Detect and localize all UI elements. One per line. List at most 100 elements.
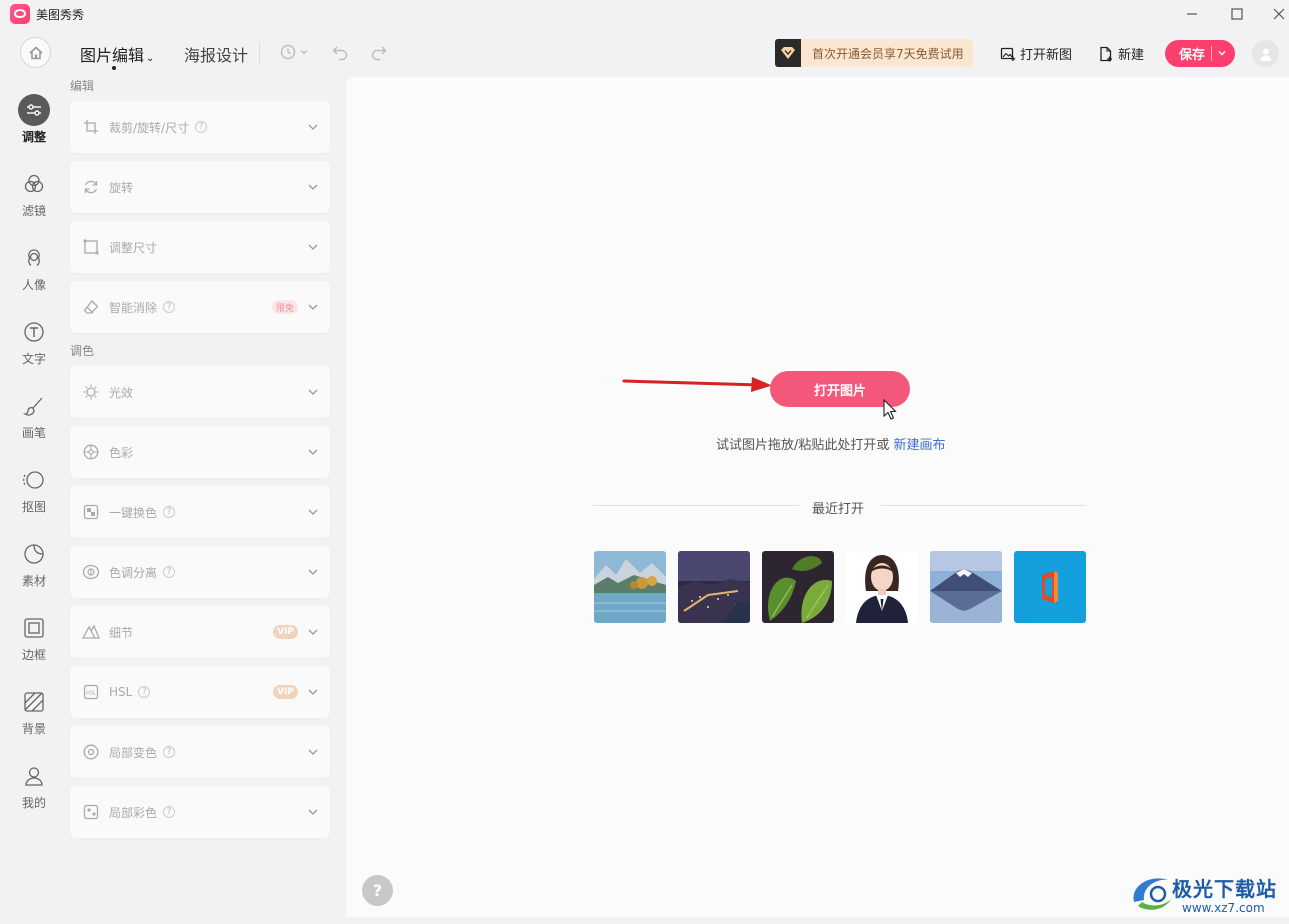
- redo-button[interactable]: [369, 42, 389, 62]
- help-icon[interactable]: ?: [195, 121, 208, 133]
- canvas-workspace[interactable]: [346, 77, 1289, 917]
- new-canvas-button[interactable]: 新建: [1098, 44, 1144, 63]
- recent-thumb-lake-autumn[interactable]: [594, 551, 666, 623]
- eraser-icon: [82, 298, 100, 316]
- rail-item-adjust[interactable]: 调整: [0, 94, 68, 145]
- portrait-icon: [18, 242, 50, 274]
- help-icon[interactable]: ?: [138, 686, 151, 698]
- vip-trial-banner[interactable]: 首次开通会员享7天免费试用: [775, 39, 973, 67]
- section-title-color: 调色: [70, 344, 95, 358]
- close-button[interactable]: [1267, 2, 1289, 26]
- home-icon: [28, 45, 43, 59]
- swap-color-icon: [82, 503, 100, 521]
- drop-hint: 试试图片拖放/粘贴此处打开或 新建画布: [716, 438, 946, 453]
- sliders-icon: [18, 94, 50, 126]
- redo-icon: [371, 46, 387, 61]
- svg-text:HSL: HSL: [86, 690, 96, 696]
- divider-right: [881, 505, 1086, 506]
- tab-image-edit[interactable]: 图片编辑 ⌄: [80, 42, 154, 70]
- app-title: 美图秀秀: [36, 7, 85, 22]
- rail-item-text[interactable]: 文字: [0, 316, 68, 367]
- help-icon[interactable]: ?: [163, 301, 176, 313]
- help-icon[interactable]: ?: [163, 746, 176, 758]
- tab-poster-design[interactable]: 海报设计: [184, 42, 248, 66]
- rail-item-brush[interactable]: 画笔: [0, 390, 68, 441]
- undo-button[interactable]: [330, 42, 350, 62]
- rail-item-background[interactable]: 背景: [0, 686, 68, 737]
- recent-thumb-mount-fuji[interactable]: [930, 551, 1002, 623]
- save-dropdown-chevron-icon[interactable]: [1216, 44, 1228, 66]
- help-icon[interactable]: ?: [163, 806, 176, 818]
- chevron-down-icon: [308, 749, 318, 755]
- minimize-button[interactable]: [1180, 2, 1204, 26]
- panel-item-crop[interactable]: 裁剪/旋转/尺寸 ?: [70, 101, 330, 153]
- open-image-icon: [1000, 47, 1016, 61]
- tone-split-icon: [82, 563, 100, 581]
- panel-item-smart-erase[interactable]: 智能消除 ? 限免: [70, 281, 330, 333]
- vip-badge: VIP: [273, 625, 298, 639]
- panel-item-local-color-change[interactable]: 局部变色 ?: [70, 726, 330, 778]
- new-canvas-link[interactable]: 新建画布: [894, 438, 946, 453]
- recent-thumb-city-night[interactable]: [678, 551, 750, 623]
- filter-icon: [18, 168, 50, 200]
- undo-icon: [332, 46, 348, 61]
- chevron-down-icon: [308, 629, 318, 635]
- recent-thumb-green-leaves[interactable]: [762, 551, 834, 623]
- vip-diamond-icon: [775, 39, 801, 67]
- chevron-down-icon: [308, 809, 318, 815]
- recent-thumb-office-logo[interactable]: [1014, 551, 1086, 623]
- rail-item-mine[interactable]: 我的: [0, 760, 68, 811]
- palette-icon: [82, 443, 100, 461]
- detail-icon: [82, 623, 100, 641]
- maximize-button[interactable]: [1225, 2, 1249, 26]
- rail-item-frame[interactable]: 边框: [0, 612, 68, 663]
- rail-item-cutout[interactable]: 抠图: [0, 464, 68, 515]
- history-icon: [280, 44, 296, 60]
- resize-icon: [82, 238, 100, 256]
- panel-item-hsl[interactable]: HSL HSL ? VIP: [70, 666, 330, 718]
- mouse-cursor-icon: [883, 399, 897, 420]
- red-arrow-annotation: [622, 377, 772, 392]
- history-button[interactable]: [278, 42, 298, 62]
- site-watermark: 极光下载站 www.xz7.com: [1128, 870, 1286, 918]
- user-avatar[interactable]: [1252, 40, 1279, 67]
- title-bar: 美图秀秀: [0, 0, 1289, 28]
- help-icon[interactable]: ?: [163, 506, 176, 518]
- rail-item-filter[interactable]: 滤镜: [0, 168, 68, 219]
- panel-item-local-color[interactable]: 局部彩色 ?: [70, 786, 330, 838]
- chevron-down-icon: [308, 304, 318, 310]
- chevron-down-icon: [308, 244, 318, 250]
- panel-item-resize[interactable]: 调整尺寸: [70, 221, 330, 273]
- chevron-down-icon: [300, 50, 308, 55]
- save-button[interactable]: 保存: [1165, 40, 1235, 67]
- panel-item-light[interactable]: 光效: [70, 366, 330, 418]
- app-logo-icon: [10, 4, 30, 24]
- panel-item-swap-color[interactable]: 一键换色 ?: [70, 486, 330, 538]
- watermark-logo-icon: [1133, 878, 1172, 910]
- maximize-icon: [1231, 8, 1243, 20]
- close-icon: [1273, 8, 1285, 20]
- chevron-down-icon: [308, 389, 318, 395]
- chevron-down-icon: [308, 449, 318, 455]
- open-new-image-button[interactable]: 打开新图: [1000, 44, 1072, 63]
- chevron-down-icon: [308, 509, 318, 515]
- chevron-down-icon: [308, 124, 318, 130]
- panel-item-color[interactable]: 色彩: [70, 426, 330, 478]
- help-icon[interactable]: ?: [163, 566, 176, 578]
- vip-badge: VIP: [273, 685, 298, 699]
- rail-item-sticker[interactable]: 素材: [0, 538, 68, 589]
- panel-item-tone-split[interactable]: 色调分离 ?: [70, 546, 330, 598]
- panel-item-detail[interactable]: 细节 VIP: [70, 606, 330, 658]
- section-title-edit: 编辑: [70, 79, 95, 93]
- rotate-icon: [82, 178, 100, 196]
- hsl-icon: HSL: [82, 683, 100, 701]
- help-button[interactable]: ?: [362, 875, 393, 906]
- recent-title: 最近打开: [812, 502, 865, 517]
- rail-item-portrait[interactable]: 人像: [0, 242, 68, 293]
- user-icon: [18, 760, 50, 792]
- sticker-icon: [18, 538, 50, 570]
- home-button[interactable]: [20, 37, 51, 68]
- panel-item-rotate[interactable]: 旋转: [70, 161, 330, 213]
- recent-thumb-portrait-girl[interactable]: [846, 551, 918, 623]
- history-dropdown[interactable]: [297, 42, 311, 62]
